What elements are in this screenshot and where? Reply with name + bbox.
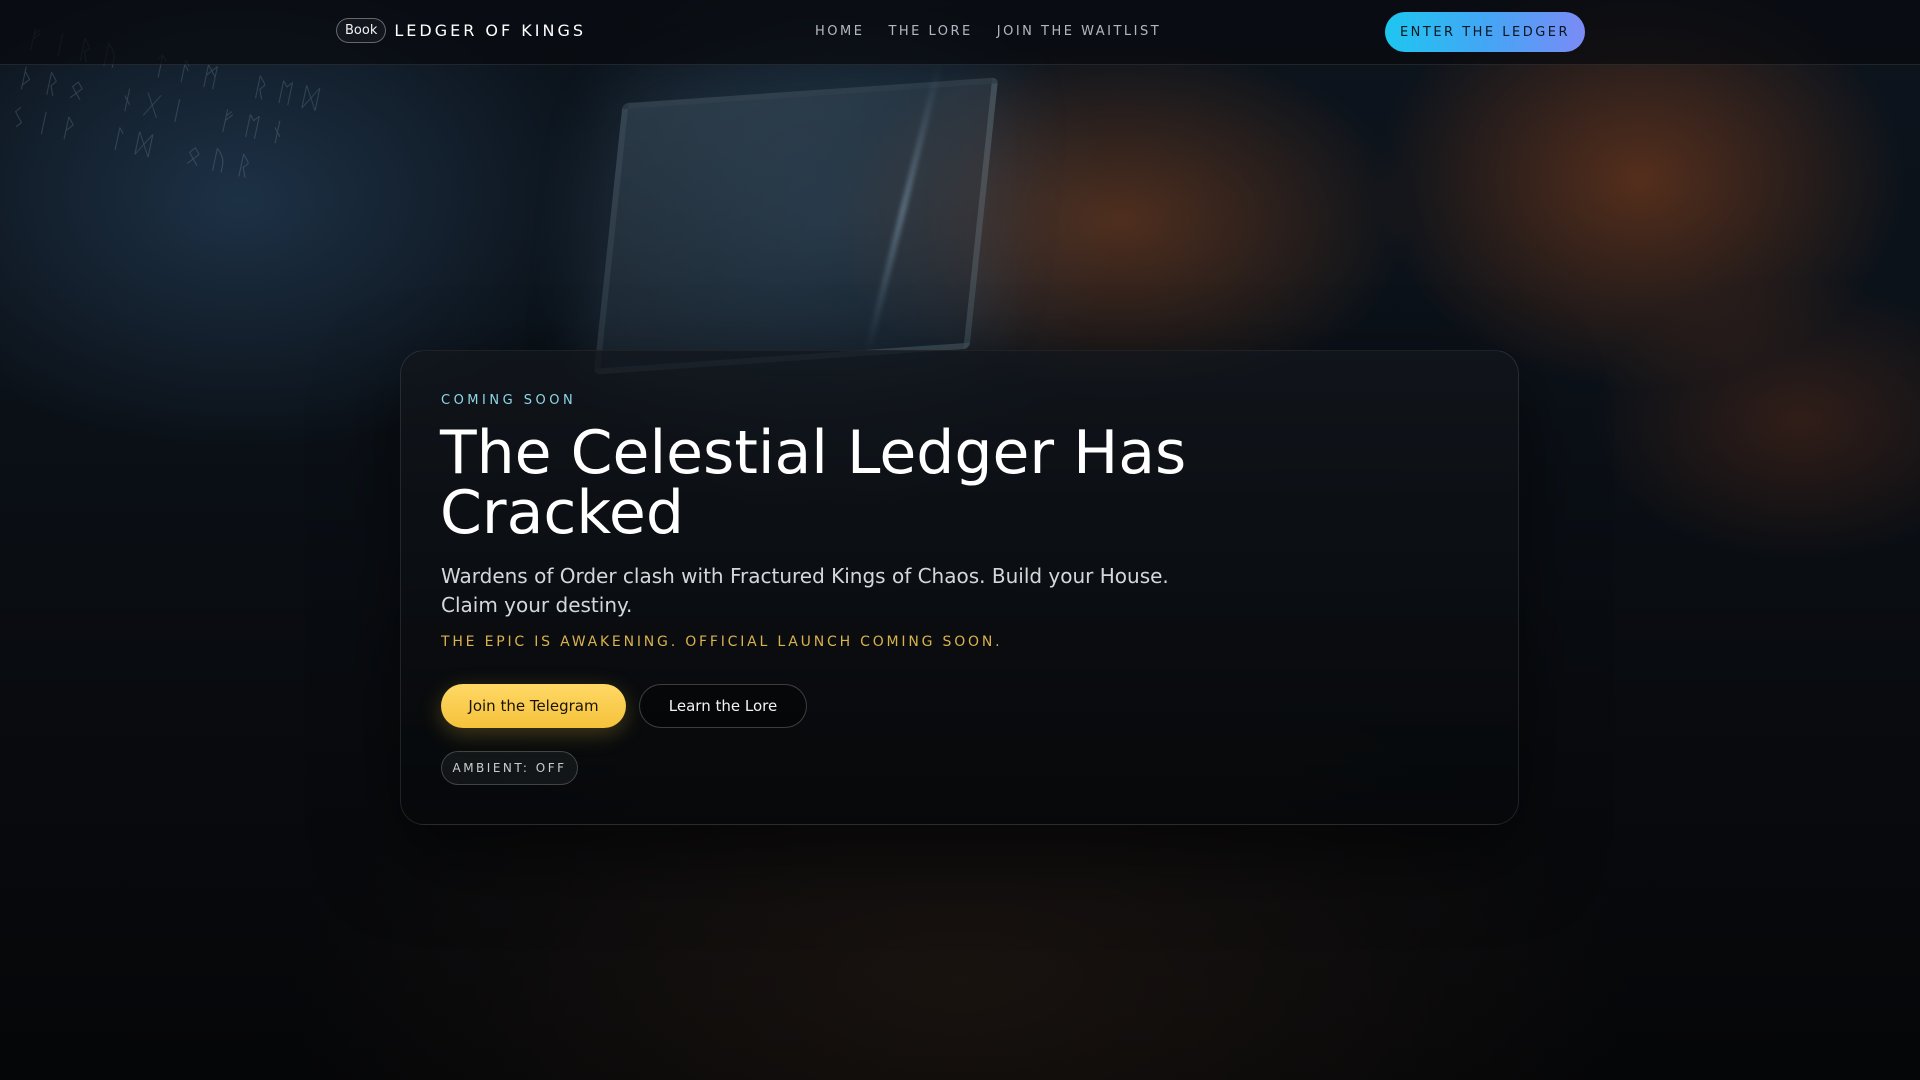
hero-subtitle: Wardens of Order clash with Fractured Ki… <box>441 564 1169 617</box>
hero-card: COMING SOON The Celestial Ledger Has Cra… <box>400 350 1519 825</box>
hero-title: The Celestial Ledger Has Cracked <box>440 418 1187 548</box>
brand[interactable]: Book LEDGER OF KINGS <box>336 18 586 43</box>
ledger-book-illustration <box>593 77 999 375</box>
nav-link-home[interactable]: HOME <box>815 24 864 39</box>
book-icon: Book <box>336 18 387 43</box>
learn-the-lore-button[interactable]: Learn the Lore <box>639 684 807 728</box>
main-nav: HOME THE LORE JOIN THE WAITLIST <box>815 24 1161 39</box>
launch-announcement: THE EPIC IS AWAKENING. OFFICIAL LAUNCH C… <box>441 634 1003 650</box>
hero-eyebrow: COMING SOON <box>441 393 577 408</box>
enter-the-ledger-button[interactable]: ENTER THE LEDGER <box>1385 12 1585 52</box>
nav-link-the-lore[interactable]: THE LORE <box>888 24 972 39</box>
ambient-sound-toggle[interactable]: AMBIENT: OFF <box>441 751 578 785</box>
nav-link-join-the-waitlist[interactable]: JOIN THE WAITLIST <box>997 24 1161 39</box>
join-telegram-button[interactable]: Join the Telegram <box>441 684 626 728</box>
brand-name: LEDGER OF KINGS <box>394 21 587 40</box>
top-navigation-bar: Book LEDGER OF KINGS HOME THE LORE JOIN … <box>0 0 1920 65</box>
landing-page: ᚠᛁᚱᚢ ᛏᚨᛗ ᚱᛖᛞ ᚦᚱᛟ ᚾᚷᛁ ᚠᛖᚾ ᛊᛁᚹ ᛚᛞ ᛟᚢᚱ Book L… <box>0 0 1920 1080</box>
